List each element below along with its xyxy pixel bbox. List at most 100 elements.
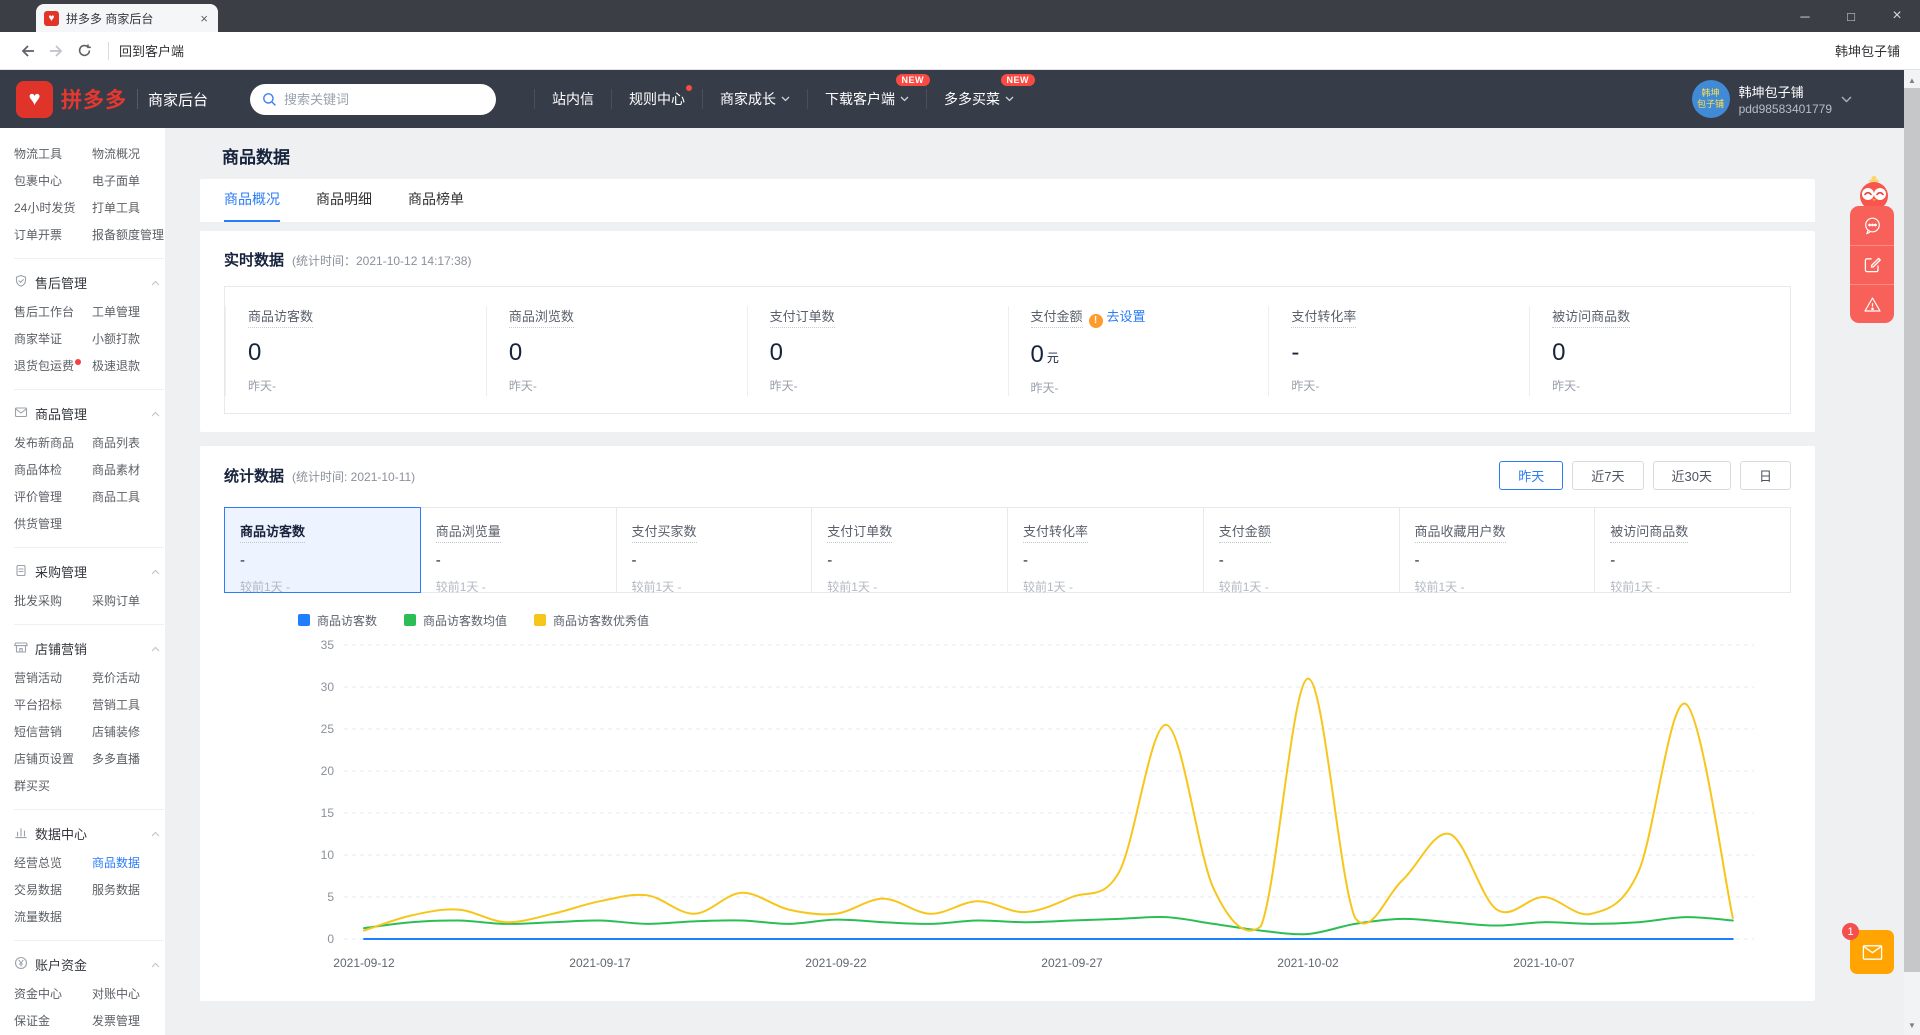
sidebar-link[interactable]: 营销工具 <box>92 692 164 719</box>
header-nav-item[interactable]: 下载客户端 NEW <box>807 74 931 109</box>
sidebar-link[interactable]: 商品工具 <box>92 484 164 511</box>
mail-button[interactable]: 1 <box>1842 923 1894 974</box>
sidebar-link[interactable]: 报备额度管理 <box>92 222 164 249</box>
sidebar-section-header[interactable]: 售后管理 <box>14 266 164 299</box>
sidebar-link[interactable]: 批发采购 <box>14 588 92 615</box>
header-nav-item[interactable]: 站内信 <box>534 89 611 109</box>
sidebar-link[interactable]: 竞价活动 <box>92 665 164 692</box>
sidebar-section-header[interactable]: 商品管理 <box>14 397 164 430</box>
stat-metric-card[interactable]: 支付买家数 - 较前1天 - <box>616 506 813 594</box>
sidebar-link[interactable]: 极速退款 <box>92 353 164 380</box>
date-range-button[interactable]: 近30天 <box>1652 460 1731 490</box>
sidebar-link[interactable]: 资金中心 <box>14 981 92 1008</box>
warning-info-icon[interactable]: ! <box>1088 313 1103 328</box>
header-nav-item[interactable]: 多多买菜 NEW <box>926 74 1036 109</box>
browser-tab[interactable]: ♥ 拼多多 商家后台 × <box>36 4 218 32</box>
date-range-button[interactable]: 昨天 <box>1499 460 1564 490</box>
metric-label[interactable]: 支付订单数 <box>769 309 835 328</box>
back-icon[interactable] <box>14 37 42 65</box>
sidebar-link[interactable]: 小额打款 <box>92 326 164 353</box>
date-range-button[interactable]: 日 <box>1739 460 1791 490</box>
go-setup-link[interactable]: 去设置 <box>1107 309 1146 324</box>
metric-label[interactable]: 支付金额 <box>1030 309 1083 328</box>
sidebar-divider <box>14 624 165 625</box>
back-to-client-button[interactable]: 回到客户端 <box>119 41 184 60</box>
sidebar-link[interactable]: 商品体检 <box>14 457 92 484</box>
sidebar-link[interactable]: 营销活动 <box>14 665 92 692</box>
stat-metric-card[interactable]: 支付订单数 - 较前1天 - <box>812 506 1008 594</box>
sidebar-link[interactable]: 交易数据 <box>14 877 92 904</box>
legend-item[interactable]: 商品访客数优秀值 <box>534 612 649 629</box>
window-minimize-button[interactable]: ─ <box>1782 0 1828 32</box>
sidebar-section-header[interactable]: 采购管理 <box>14 555 164 588</box>
sidebar-link[interactable]: 采购订单 <box>92 588 164 615</box>
edit-icon[interactable] <box>1850 245 1894 284</box>
sidebar-link[interactable]: 商品数据 <box>92 850 164 877</box>
stat-metric-card[interactable]: 支付转化率 - 较前1天 - <box>1008 506 1204 594</box>
stat-metric-card[interactable]: 商品浏览量 - 较前1天 - <box>420 506 617 594</box>
page-tab[interactable]: 商品明细 <box>316 179 372 222</box>
sidebar-link[interactable]: 服务数据 <box>92 877 164 904</box>
scroll-up-icon[interactable]: ▲ <box>1904 72 1920 88</box>
sidebar-link[interactable]: 经营总览 <box>14 850 92 877</box>
sidebar-link[interactable]: 商家举证 <box>14 326 92 353</box>
sidebar-link[interactable]: 保证金 <box>14 1008 92 1035</box>
sidebar-link[interactable]: 评价管理 <box>14 484 92 511</box>
header-nav-item[interactable]: 商家成长 <box>702 89 807 109</box>
legend-item[interactable]: 商品访客数 <box>298 612 377 629</box>
sidebar-link[interactable]: 多多直播 <box>92 746 164 773</box>
reload-icon[interactable] <box>70 37 98 65</box>
pinduoduo-logo-icon[interactable]: ♥ <box>16 80 53 118</box>
metric-label[interactable]: 被访问商品数 <box>1552 309 1631 328</box>
sidebar-link[interactable]: 打单工具 <box>92 195 164 222</box>
window-maximize-button[interactable]: □ <box>1828 0 1874 32</box>
metric-label[interactable]: 支付转化率 <box>1291 309 1357 328</box>
sidebar-link[interactable]: 发布新商品 <box>14 430 92 457</box>
date-range-button[interactable]: 近7天 <box>1572 460 1644 490</box>
sidebar-link[interactable]: 店铺装修 <box>92 719 164 746</box>
sidebar-link[interactable]: 24小时发货 <box>14 195 92 222</box>
sidebar-link[interactable]: 发票管理 <box>92 1008 164 1035</box>
sidebar-link[interactable]: 短信营销 <box>14 719 92 746</box>
search-box[interactable] <box>250 83 497 115</box>
sidebar-link[interactable]: 电子面单 <box>92 168 164 195</box>
sidebar-link[interactable]: 物流概况 <box>92 141 164 168</box>
page-tab[interactable]: 商品榜单 <box>408 179 464 222</box>
sidebar-link[interactable]: 平台招标 <box>14 692 92 719</box>
warning-icon[interactable] <box>1850 284 1894 323</box>
sidebar-link[interactable]: 群买买 <box>14 773 92 800</box>
sidebar-link[interactable]: 店铺页设置 <box>14 746 92 773</box>
notification-dot <box>75 359 82 365</box>
sidebar-link[interactable]: 流量数据 <box>14 904 92 931</box>
stat-metric-card[interactable]: 支付金额 - 较前1天 - <box>1203 506 1400 594</box>
metric-label[interactable]: 商品浏览数 <box>508 309 574 328</box>
sidebar-link[interactable]: 商品列表 <box>92 430 164 457</box>
sidebar-link[interactable]: 物流工具 <box>14 141 92 168</box>
sidebar-section-header[interactable]: 账户资金 <box>14 948 164 981</box>
window-close-button[interactable]: × <box>1874 0 1920 32</box>
sidebar-section-header[interactable]: 店铺营销 <box>14 632 164 665</box>
scroll-down-icon[interactable]: ▼ <box>1904 1017 1920 1033</box>
sidebar-section-header[interactable]: 数据中心 <box>14 817 164 850</box>
sidebar-link[interactable]: 供货管理 <box>14 511 92 538</box>
sidebar-link[interactable]: 商品素材 <box>92 457 164 484</box>
header-nav-item[interactable]: 规则中心 <box>611 85 702 109</box>
sidebar-link[interactable]: 对账中心 <box>92 981 164 1008</box>
page-tab[interactable]: 商品概况 <box>224 179 280 222</box>
sidebar-link[interactable]: 退货包运费 <box>14 353 92 380</box>
metric-label[interactable]: 商品访客数 <box>248 309 314 328</box>
sidebar-link[interactable]: 订单开票 <box>14 222 92 249</box>
sidebar-link[interactable]: 工单管理 <box>92 299 164 326</box>
stat-metric-card[interactable]: 商品收藏用户数 - 较前1天 - <box>1399 506 1596 594</box>
legend-item[interactable]: 商品访客数均值 <box>404 612 507 629</box>
chat-bubble-icon[interactable] <box>1850 206 1894 245</box>
sidebar-link[interactable]: 售后工作台 <box>14 299 92 326</box>
forward-icon[interactable] <box>42 37 70 65</box>
user-menu[interactable]: 韩坤 包子铺 韩坤包子铺 pdd98583401779 <box>1691 80 1852 118</box>
stat-metric-card[interactable]: 被访问商品数 - 较前1天 - <box>1595 506 1791 594</box>
scrollbar-thumb[interactable] <box>1904 88 1920 972</box>
search-input[interactable] <box>284 91 485 107</box>
tab-close-icon[interactable]: × <box>198 11 210 26</box>
stat-metric-card[interactable]: 商品访客数 - 较前1天 - <box>224 506 421 594</box>
sidebar-link[interactable]: 包裹中心 <box>14 168 92 195</box>
